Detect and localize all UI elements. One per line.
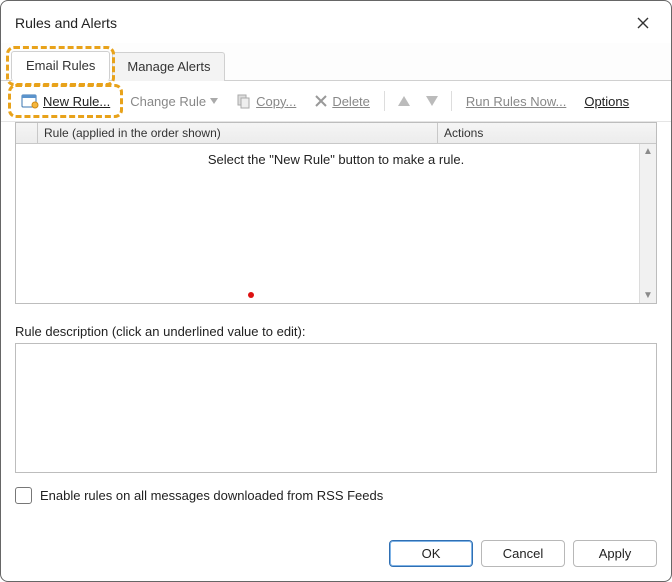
change-rule-label: Change Rule (130, 94, 206, 109)
grid-col-actions[interactable]: Actions (438, 123, 656, 143)
scroll-down-icon: ▼ (643, 290, 653, 301)
delete-label: Delete (332, 94, 370, 109)
cancel-button[interactable]: Cancel (481, 540, 565, 567)
ok-label: OK (422, 546, 441, 561)
run-rules-now-button[interactable]: Run Rules Now... (460, 91, 572, 112)
rules-grid: Rule (applied in the order shown) Action… (15, 122, 657, 304)
grid-col-rule-label: Rule (applied in the order shown) (44, 126, 221, 140)
new-rule-label: New Rule... (43, 94, 110, 109)
cursor-dot (248, 292, 254, 298)
empty-state-text: Select the "New Rule" button to make a r… (208, 152, 464, 167)
window-title: Rules and Alerts (15, 15, 117, 31)
grid-col-rule[interactable]: Rule (applied in the order shown) (38, 123, 438, 143)
copy-button[interactable]: Copy... (230, 90, 302, 112)
change-rule-button[interactable]: Change Rule (124, 91, 224, 112)
copy-label: Copy... (256, 94, 296, 109)
dialog-footer: OK Cancel Apply (1, 530, 671, 581)
options-button[interactable]: Options (578, 91, 635, 112)
delete-button[interactable]: Delete (308, 91, 376, 112)
scroll-up-icon: ▲ (643, 146, 653, 157)
rss-checkbox[interactable] (15, 487, 32, 504)
tab-label: Manage Alerts (127, 59, 210, 74)
separator (384, 91, 385, 111)
rss-label: Enable rules on all messages downloaded … (40, 488, 383, 503)
new-rule-icon (21, 93, 39, 109)
separator (451, 91, 452, 111)
copy-icon (236, 93, 252, 109)
ok-button[interactable]: OK (389, 540, 473, 567)
run-rules-now-label: Run Rules Now... (466, 94, 566, 109)
move-up-button[interactable] (393, 90, 415, 112)
grid-col-actions-label: Actions (444, 126, 483, 140)
apply-button[interactable]: Apply (573, 540, 657, 567)
rule-description-box[interactable] (15, 343, 657, 473)
grid-body: Select the "New Rule" button to make a r… (16, 144, 656, 303)
delete-icon (314, 94, 328, 108)
tab-strip: Email Rules Manage Alerts (1, 43, 671, 81)
title-bar: Rules and Alerts (1, 1, 671, 43)
close-button[interactable] (629, 9, 657, 37)
options-label: Options (584, 94, 629, 109)
arrow-down-icon (426, 96, 438, 106)
grid-col-checkbox[interactable] (16, 123, 38, 143)
rss-option-row: Enable rules on all messages downloaded … (15, 487, 657, 504)
rule-description-label: Rule description (click an underlined va… (15, 324, 657, 339)
new-rule-button[interactable]: New Rule... (13, 89, 118, 113)
toolbar: New Rule... Change Rule Copy... Delete R… (1, 81, 671, 122)
move-down-button[interactable] (421, 90, 443, 112)
cancel-label: Cancel (503, 546, 543, 561)
tab-email-rules[interactable]: Email Rules (11, 51, 110, 81)
dropdown-icon (210, 98, 218, 104)
grid-scrollbar[interactable]: ▲ ▼ (639, 144, 656, 303)
tab-manage-alerts[interactable]: Manage Alerts (112, 52, 225, 81)
tab-label: Email Rules (26, 58, 95, 73)
content-area: Rule (applied in the order shown) Action… (1, 122, 671, 530)
grid-header: Rule (applied in the order shown) Action… (16, 123, 656, 144)
arrow-up-icon (398, 96, 410, 106)
close-icon (637, 17, 649, 29)
apply-label: Apply (599, 546, 632, 561)
